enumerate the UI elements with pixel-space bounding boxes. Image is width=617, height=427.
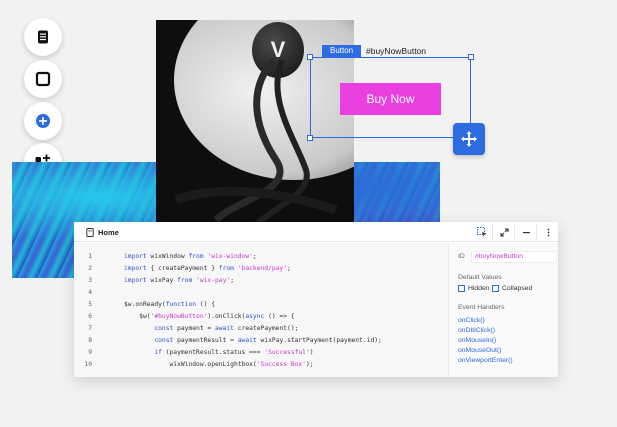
more-vertical-icon [547,228,549,236]
default-values-label: Default Values [458,274,502,281]
move-arrows-icon [461,131,477,147]
element-id-tag: #buyNowButton [366,46,427,56]
line-code: $w.onReady(function () { [124,301,216,308]
pages-button[interactable] [24,18,62,56]
hidden-checkbox[interactable] [458,285,465,292]
properties-panel: ID #buyNowButton Default Values Hidden C… [448,243,558,377]
layout-button[interactable] [24,60,62,98]
collapsed-label: Collapsed [502,285,533,292]
event-handlers-label: Event Handlers [458,304,505,311]
square-frame-icon [35,71,51,87]
more-options-button[interactable] [540,224,556,240]
line-code: const payment = await createPayment(); [154,325,299,332]
collapsed-checkbox[interactable] [492,285,499,292]
line-number: 1 [88,253,92,260]
id-field[interactable]: #buyNowButton [471,251,557,263]
collapsed-option[interactable]: Collapsed [492,285,532,292]
code-line[interactable]: 9 if (paymentResult.status === 'Successf… [74,347,448,359]
line-number: 9 [88,349,92,356]
line-code: wixWindow.openLightbox('Success Box'); [124,361,314,368]
line-code: import wixPay from 'wix-pay'; [124,277,234,284]
line-number: 7 [88,325,92,332]
line-number: 8 [88,337,92,344]
header-divider [536,224,537,240]
line-code: if (paymentResult.status === 'Successful… [154,349,314,356]
code-line[interactable]: 7 const payment = await createPayment(); [74,323,448,335]
line-number: 10 [84,361,92,368]
plus-circle-icon [36,114,50,128]
code-line[interactable]: 1 import wixWindow from 'wix-window'; [74,251,448,263]
hidden-option[interactable]: Hidden [458,285,490,292]
select-element-icon [477,227,487,237]
tab-home-label: Home [98,227,119,237]
handler-link[interactable]: onMouseOut() [458,347,501,354]
code-line[interactable]: 5 $w.onReady(function () { [74,299,448,311]
page-icon [86,227,94,237]
minimize-icon [522,231,530,233]
resize-handle-bottom-left[interactable] [307,135,313,141]
hidden-label: Hidden [468,285,490,292]
line-number: 3 [88,277,92,284]
line-number: 5 [88,301,92,308]
element-type-tag: Button [322,45,362,57]
code-editor[interactable]: 1 import wixWindow from 'wix-window'; 2 imp… [74,243,448,377]
expand-button[interactable] [496,224,512,240]
line-number: 4 [88,289,92,296]
move-handle[interactable] [453,123,485,155]
code-line[interactable]: 10 wixWindow.openLightbox('Success Box')… [74,359,448,371]
code-line[interactable]: 6 $w('#buyNowButton').onClick(async () =… [74,311,448,323]
resize-handle-top-right[interactable] [468,54,474,60]
handler-link[interactable]: onClick() [458,317,485,324]
minimize-button[interactable] [518,224,534,240]
resize-handle-top-left[interactable] [307,54,313,60]
add-button[interactable] [24,102,62,140]
line-code: import { createPayment } from 'backend/p… [124,265,291,272]
line-code: import wixWindow from 'wix-window'; [124,253,257,260]
code-line[interactable]: 4 [74,287,448,299]
tab-home[interactable]: Home [80,222,125,242]
line-number: 6 [88,313,92,320]
id-label: ID [458,253,465,260]
buy-now-button[interactable]: Buy Now [340,83,441,115]
panel-header: Home [74,222,558,242]
handler-link[interactable]: onViewportEnter() [458,357,513,364]
code-line[interactable]: 8 const paymentResult = await wixPay.sta… [74,335,448,347]
header-divider [514,224,515,240]
document-icon [38,30,48,44]
expand-icon [499,227,509,237]
handler-link[interactable]: onMouseIn() [458,337,496,344]
code-line[interactable]: 2 import { createPayment } from 'backend/… [74,263,448,275]
handler-link[interactable]: onDblClick() [458,327,495,334]
header-divider [492,224,493,240]
line-code: const paymentResult = await wixPay.start… [154,337,382,344]
line-number: 2 [88,265,92,272]
line-code: $w('#buyNowButton').onClick(async () => … [124,313,295,320]
select-element-button[interactable] [474,224,490,240]
code-line[interactable]: 3 import wixPay from 'wix-pay'; [74,275,448,287]
code-panel: Home 1 import wixWindow from 'wix-window… [74,222,558,377]
